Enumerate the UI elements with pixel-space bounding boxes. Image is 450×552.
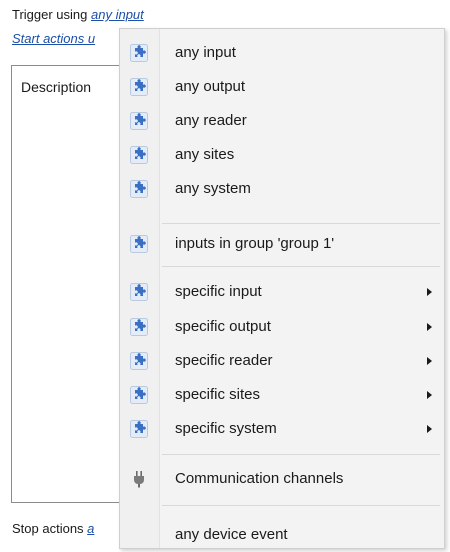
menu-item-any-device-event[interactable]: any device event: [120, 518, 444, 552]
context-menu: any input any output any reader any sites an…: [119, 28, 445, 549]
submenu-arrow-icon: [427, 288, 432, 296]
start-actions-line: Start actions u: [12, 31, 95, 46]
menu-separator: [162, 223, 440, 224]
menu-item-any-system[interactable]: any system: [120, 172, 444, 206]
puzzle-icon: [130, 146, 148, 164]
menu-item-any-output[interactable]: any output: [120, 70, 444, 104]
submenu-arrow-icon: [427, 357, 432, 365]
menu-item-label: any output: [175, 78, 246, 95]
start-actions-link[interactable]: Start actions u: [12, 31, 95, 46]
stop-actions-link[interactable]: a: [87, 521, 94, 536]
menu-item-label: any device event: [175, 526, 288, 543]
menu-item-label: specific system: [175, 420, 277, 437]
menu-item-communication-channels[interactable]: Communication channels: [120, 462, 444, 496]
menu-item-any-reader[interactable]: any reader: [120, 104, 444, 138]
description-label: Description: [21, 79, 92, 95]
menu-item-label: specific input: [175, 283, 262, 300]
puzzle-icon: [130, 44, 148, 62]
menu-item-label: any system: [175, 180, 251, 197]
menu-item-specific-sites[interactable]: specific sites: [120, 378, 444, 412]
menu-item-label: Communication channels: [175, 470, 344, 487]
menu-item-specific-input[interactable]: specific input: [120, 275, 444, 309]
plug-icon: [130, 470, 148, 488]
menu-separator: [162, 266, 440, 267]
submenu-arrow-icon: [427, 391, 432, 399]
trigger-link[interactable]: any input: [91, 7, 144, 22]
menu-item-any-input[interactable]: any input: [120, 36, 444, 70]
menu-separator: [162, 454, 440, 455]
menu-item-label: inputs in group 'group 1': [175, 235, 335, 252]
submenu-arrow-icon: [427, 323, 432, 331]
menu-item-label: any input: [175, 44, 236, 61]
menu-item-specific-system[interactable]: specific system: [120, 412, 444, 446]
submenu-arrow-icon: [427, 425, 432, 433]
puzzle-icon: [130, 112, 148, 130]
menu-item-inputs-in-group-group-1[interactable]: inputs in group 'group 1': [120, 227, 444, 261]
trigger-line: Trigger using any input: [12, 7, 144, 22]
trigger-label: Trigger using: [12, 7, 88, 22]
stop-actions-label: Stop actions: [12, 521, 84, 536]
menu-item-any-sites[interactable]: any sites: [120, 138, 444, 172]
puzzle-icon: [130, 386, 148, 404]
puzzle-icon: [130, 318, 148, 336]
puzzle-icon: [130, 235, 148, 253]
puzzle-icon: [130, 352, 148, 370]
menu-separator: [162, 505, 440, 506]
menu-item-label: specific reader: [175, 352, 273, 369]
menu-item-label: specific output: [175, 318, 271, 335]
puzzle-icon: [130, 420, 148, 438]
menu-item-specific-output[interactable]: specific output: [120, 310, 444, 344]
puzzle-icon: [130, 78, 148, 96]
menu-item-label: specific sites: [175, 386, 261, 403]
menu-item-label: any reader: [175, 112, 247, 129]
menu-item-specific-reader[interactable]: specific reader: [120, 344, 444, 378]
menu-item-label: any sites: [175, 146, 235, 163]
puzzle-icon: [130, 180, 148, 198]
puzzle-icon: [130, 283, 148, 301]
stop-actions-line: Stop actions a: [12, 521, 94, 536]
